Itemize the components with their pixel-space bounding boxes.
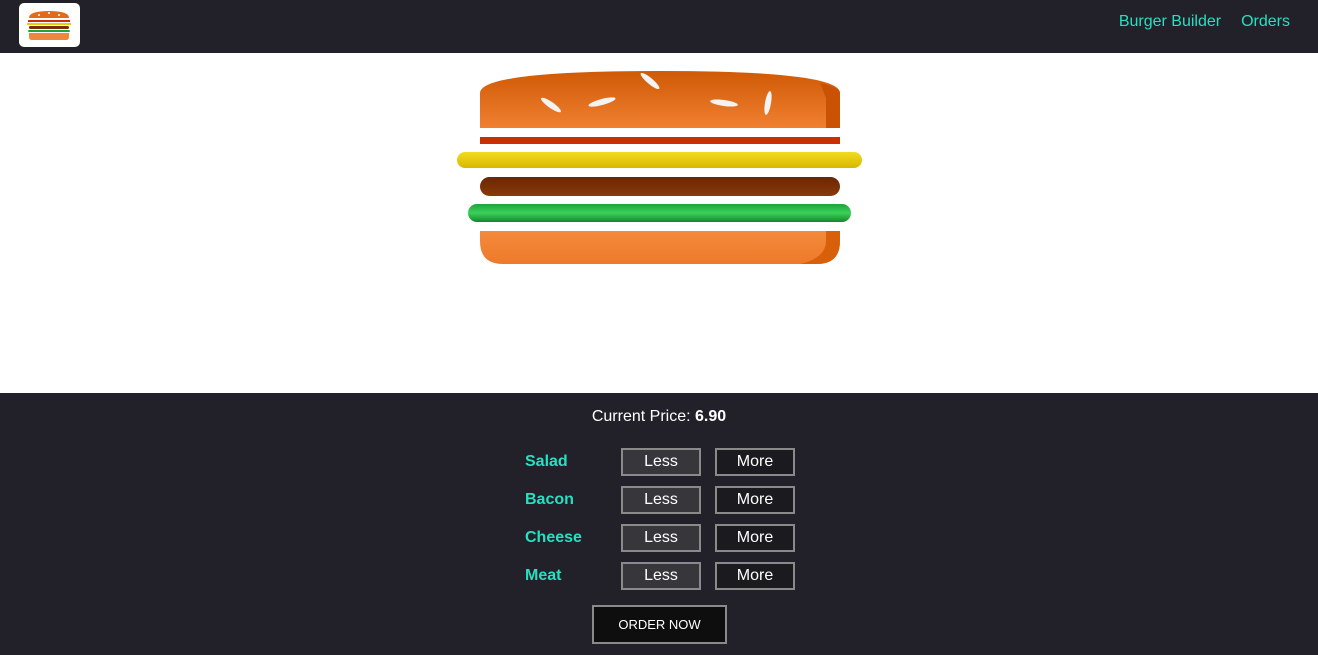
nav-burger-builder[interactable]: Burger Builder	[1119, 13, 1221, 31]
cheese-less-button[interactable]: Less	[621, 524, 701, 552]
price-value: 6.90	[695, 408, 727, 425]
salad-more-button[interactable]: More	[715, 448, 795, 476]
control-label: Bacon	[525, 491, 574, 508]
price-label: Current Price:	[591, 408, 691, 425]
main-nav: Burger Builder Orders	[1119, 13, 1290, 31]
control-cheese: Cheese Less More	[525, 524, 805, 552]
logo[interactable]	[19, 3, 80, 47]
burger-logo-icon	[27, 11, 71, 40]
meat	[480, 177, 840, 196]
meat-less-button[interactable]: Less	[621, 562, 701, 590]
cheese	[457, 152, 862, 168]
control-bacon: Bacon Less More	[525, 486, 805, 514]
bacon-less-button[interactable]: Less	[621, 486, 701, 514]
control-label: Cheese	[525, 529, 582, 546]
bread-bottom	[480, 231, 840, 264]
control-meat: Meat Less More	[525, 562, 805, 590]
control-label: Meat	[525, 567, 562, 584]
salad	[468, 204, 851, 222]
meat-more-button[interactable]: More	[715, 562, 795, 590]
bread-top	[480, 71, 840, 128]
burger-preview	[0, 53, 1318, 393]
salad-less-button[interactable]: Less	[621, 448, 701, 476]
cheese-more-button[interactable]: More	[715, 524, 795, 552]
toolbar: Burger Builder Orders	[0, 0, 1318, 53]
burger-illustration	[457, 71, 862, 264]
build-controls: Current Price: 6.90 Salad Less More Baco…	[0, 393, 1318, 655]
bacon-more-button[interactable]: More	[715, 486, 795, 514]
control-label: Salad	[525, 453, 568, 470]
order-now-button[interactable]: ORDER NOW	[592, 605, 727, 644]
bacon	[480, 137, 840, 144]
nav-orders[interactable]: Orders	[1241, 13, 1290, 31]
current-price: Current Price: 6.90	[0, 408, 1318, 426]
control-salad: Salad Less More	[525, 448, 805, 476]
